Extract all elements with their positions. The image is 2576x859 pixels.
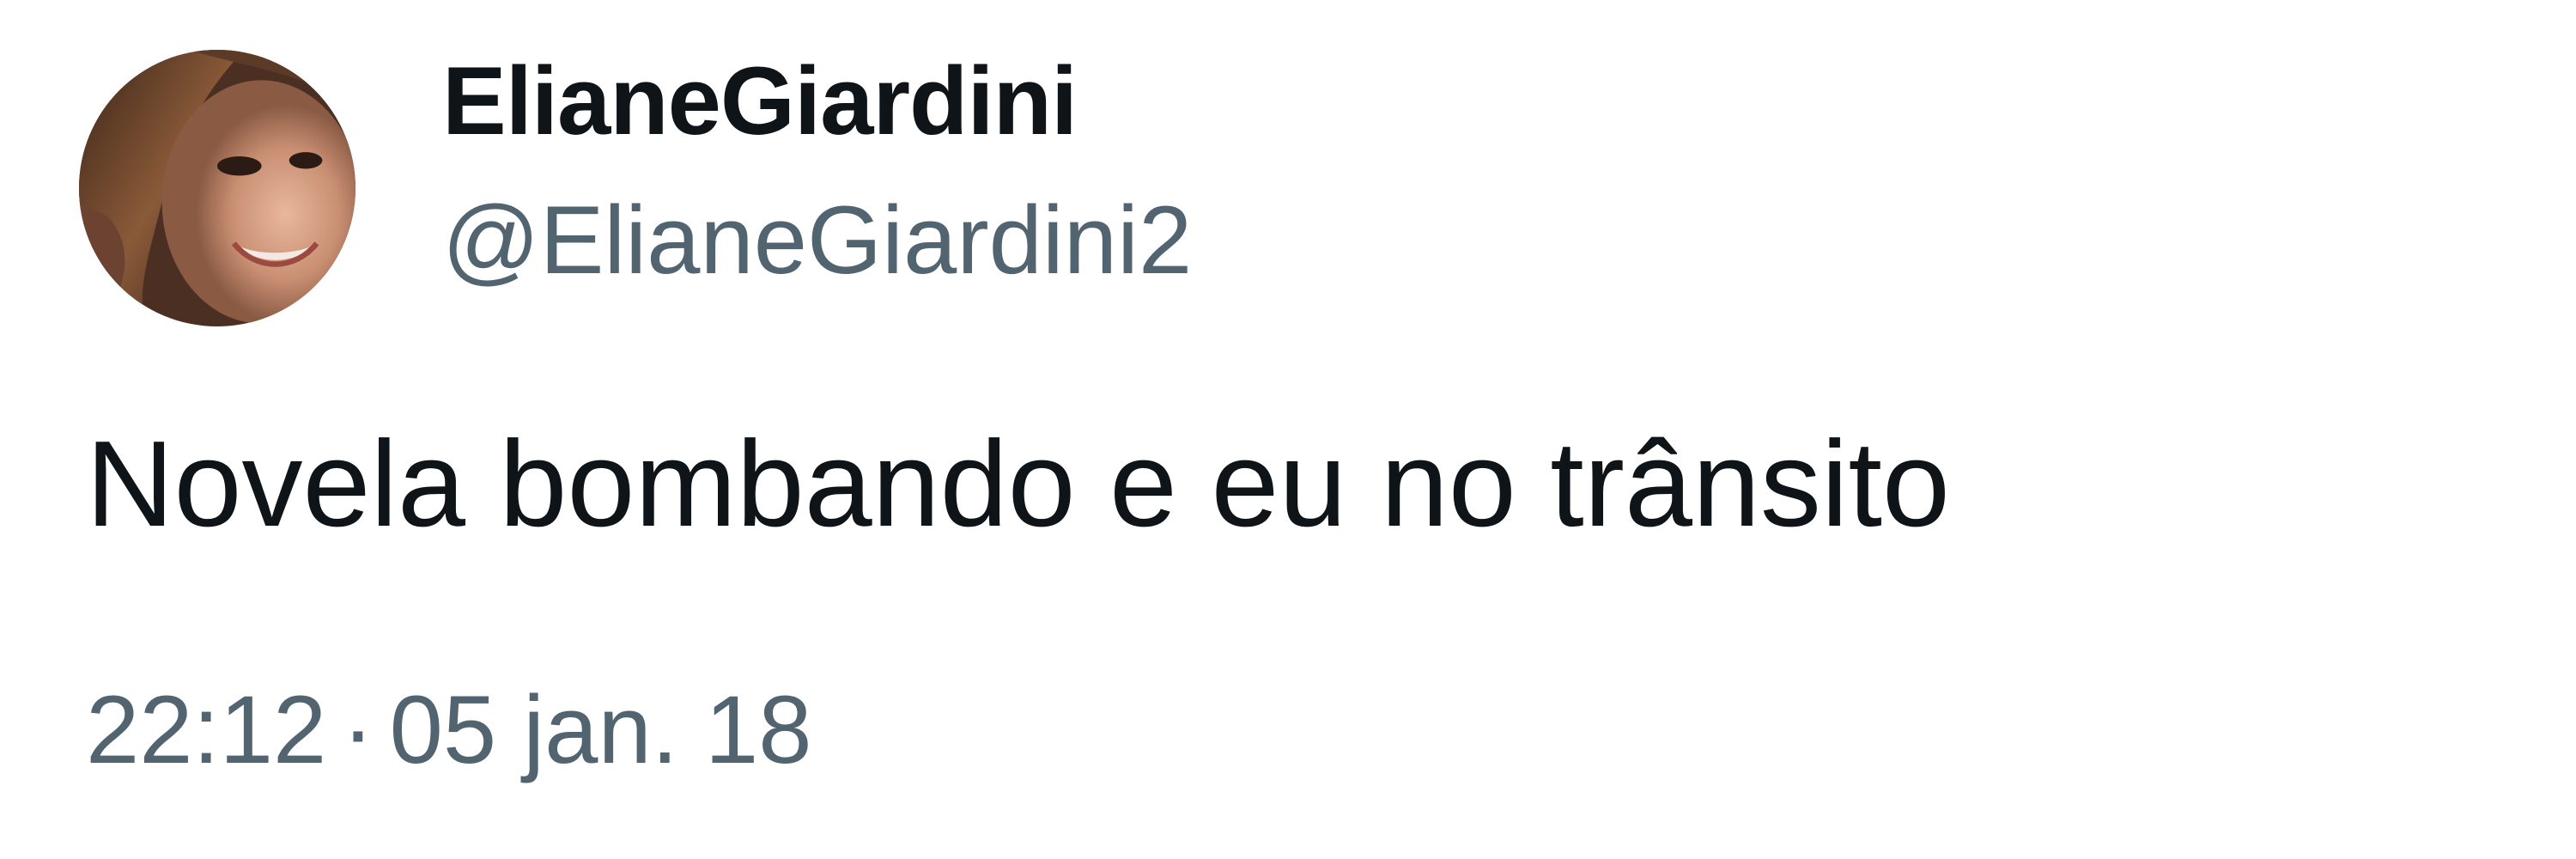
tweet-card: ElianeGiardini @ElianeGiardini2 Novela b… — [0, 0, 2576, 859]
tweet-date[interactable]: 05 jan. 18 — [390, 676, 812, 783]
profile-photo-icon — [79, 50, 355, 326]
tweet-time[interactable]: 22:12 — [86, 676, 326, 783]
author-display-name[interactable]: ElianeGiardini — [442, 48, 1078, 154]
author-handle[interactable]: @ElianeGiardini2 — [442, 187, 1192, 293]
tweet-meta: 22:12 · 05 jan. 18 — [86, 677, 812, 783]
tweet-text: Novela bombando e eu no trânsito — [86, 416, 1950, 552]
avatar[interactable] — [79, 50, 355, 326]
meta-separator: · — [342, 676, 374, 783]
